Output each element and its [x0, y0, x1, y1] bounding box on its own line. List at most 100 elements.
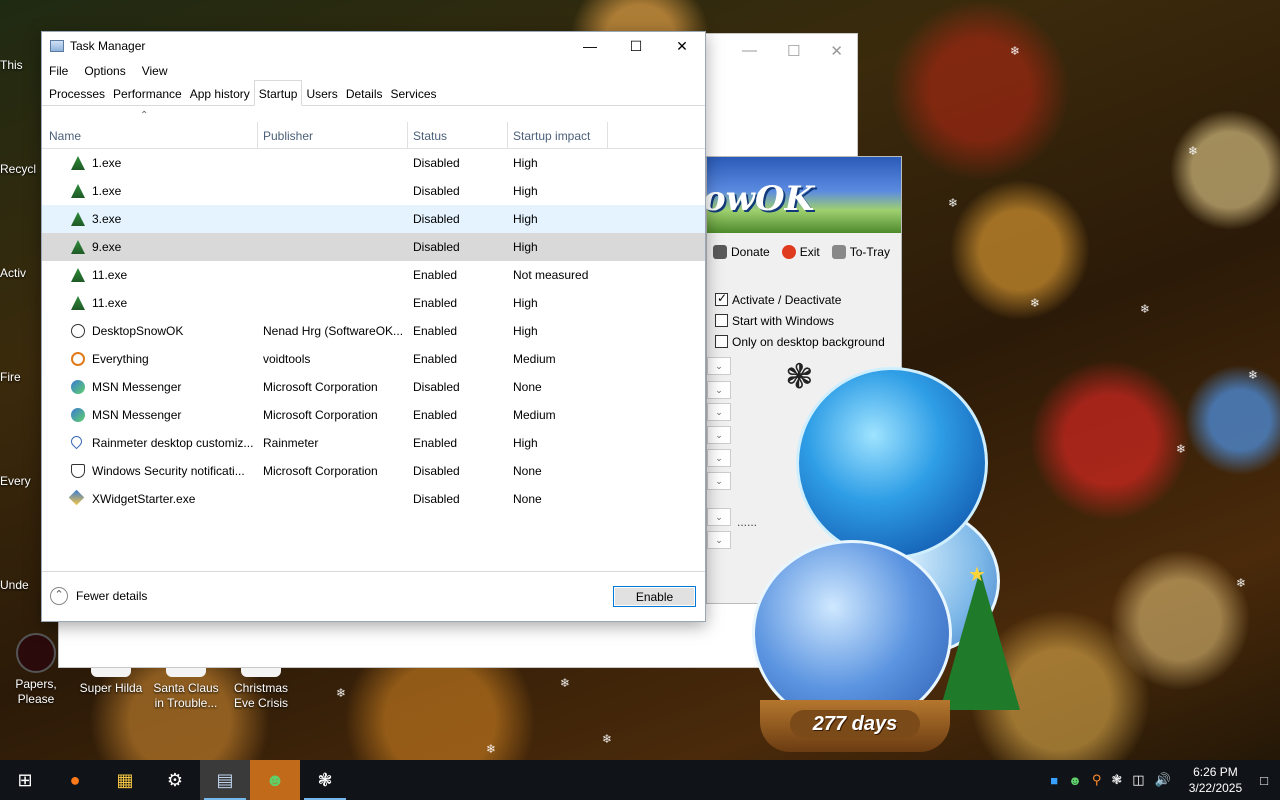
tray-widget-icon[interactable]: ■ [1050, 773, 1058, 788]
maximize-button[interactable]: ☐ [613, 32, 659, 60]
table-row[interactable]: 1.exe Disabled High [42, 177, 705, 205]
tab-users[interactable]: Users [302, 82, 341, 106]
tray-snowflake-icon[interactable]: ❃ [1111, 772, 1122, 788]
network-icon[interactable]: ◫ [1132, 772, 1144, 788]
exit-button[interactable]: Exit [781, 245, 820, 259]
combo-dropdown-1[interactable]: ⌄ [707, 357, 731, 375]
checkbox-box[interactable] [715, 291, 728, 306]
close-icon[interactable]: ✕ [830, 42, 843, 60]
taskbar-desktopsnowok[interactable]: ❃ [300, 760, 350, 800]
taskbar-task-manager[interactable]: ▤ [200, 760, 250, 800]
maximize-icon[interactable]: ☐ [787, 42, 800, 60]
combo-dropdown-7[interactable]: ⌄ [707, 508, 731, 526]
title-bar[interactable]: Task Manager — ☐ ✕ [42, 32, 705, 60]
table-row[interactable]: 9.exe Disabled High [42, 233, 705, 261]
table-row[interactable]: MSN Messenger Microsoft Corporation Disabl… [42, 373, 705, 401]
desktop-icon-unde-label[interactable]: Unde [0, 578, 40, 592]
combo-dropdown-8[interactable]: ⌄ [707, 531, 731, 549]
checkbox-box[interactable] [715, 314, 728, 327]
row-name: 9.exe [92, 240, 122, 254]
menu-file[interactable]: File [49, 64, 68, 78]
column-header-publisher[interactable]: Publisher [263, 129, 313, 149]
start-with-windows-checkbox[interactable]: Start with Windows [715, 310, 885, 331]
desktop-icon-recycle-bin-label[interactable]: Recycl [0, 162, 40, 176]
tab-services[interactable]: Services [387, 82, 441, 106]
row-status: Enabled [413, 324, 458, 338]
column-divider[interactable] [407, 122, 408, 149]
volume-icon[interactable]: 🔊 [1155, 772, 1171, 788]
table-row[interactable]: XWidgetStarter.exe Disabled None [42, 485, 705, 513]
menu-options[interactable]: Options [84, 64, 125, 78]
table-row[interactable]: MSN Messenger Microsoft Corporation Enable… [42, 401, 705, 429]
tab-performance[interactable]: Performance [109, 82, 186, 106]
table-row[interactable]: Everything voidtools Enabled Medium [42, 345, 705, 373]
taskbar-firefox[interactable]: ● [50, 760, 100, 800]
gear-icon: ⚙ [166, 769, 184, 790]
desktop-icon-activ-label[interactable]: Activ [0, 266, 40, 280]
menu-view[interactable]: View [142, 64, 168, 78]
taskbar-settings[interactable]: ⚙ [150, 760, 200, 800]
combo-dropdown-2[interactable]: ⌄ [707, 381, 731, 399]
messenger-icon [71, 380, 85, 394]
row-name: Rainmeter desktop customiz... [92, 436, 254, 450]
donate-button[interactable]: Donate [713, 245, 770, 259]
taskbar-clock[interactable]: 6:26 PM 3/22/2025 [1181, 764, 1250, 796]
taskbar-msn-messenger[interactable]: ☻ [250, 760, 300, 800]
row-status: Enabled [413, 436, 458, 450]
enable-button[interactable]: Enable [613, 586, 696, 607]
column-divider[interactable] [507, 122, 508, 149]
table-row[interactable]: 3.exe Disabled High [42, 205, 705, 233]
row-startup-impact: None [513, 380, 542, 394]
desktop-icon-label: Santa Claus in Trouble... [153, 681, 219, 710]
dots-label: ...... [737, 515, 758, 529]
desktop-icon-every-label[interactable]: Every [0, 474, 40, 488]
close-button[interactable]: ✕ [659, 32, 705, 60]
combo-dropdown-6[interactable]: ⌄ [707, 472, 731, 490]
snowflake-icon: ❃ [317, 769, 333, 790]
row-name: XWidgetStarter.exe [92, 492, 196, 506]
checkbox-label: Start with Windows [732, 313, 835, 328]
tray-messenger-icon[interactable]: ☻ [1068, 773, 1082, 788]
tree-star-icon: ★ [968, 564, 986, 586]
desktop-icon-this-pc-label[interactable]: This [0, 58, 40, 72]
tab-processes[interactable]: Processes [45, 82, 109, 106]
minimize-button[interactable]: — [567, 32, 613, 60]
column-header-startup-impact[interactable]: Startup impact [513, 129, 590, 149]
column-header-status[interactable]: Status [413, 129, 447, 149]
table-row[interactable]: 11.exe Enabled Not measured [42, 261, 705, 289]
tab-startup[interactable]: Startup [253, 80, 303, 106]
column-divider[interactable] [607, 122, 608, 149]
row-name: 11.exe [92, 268, 128, 282]
start-button[interactable]: ⊞ [0, 760, 50, 800]
desktop-icon-fire-label[interactable]: Fire [0, 370, 40, 384]
table-row[interactable]: DesktopSnowOK Nenad Hrg (SoftwareOK... Ena… [42, 317, 705, 345]
combo-dropdown-5[interactable]: ⌄ [707, 449, 731, 467]
tab-details[interactable]: Details [342, 82, 387, 106]
system-tray: ■ ☻ ⚲ ❃ ◫ 🔊 6:26 PM 3/22/2025 □ [1050, 760, 1280, 800]
table-row[interactable]: Rainmeter desktop customiz... Rainmeter En… [42, 429, 705, 457]
combo-dropdown-3[interactable]: ⌄ [707, 403, 731, 421]
combo-dropdown-4[interactable]: ⌄ [707, 426, 731, 444]
only-desktop-background-checkbox[interactable]: Only on desktop background [715, 331, 885, 352]
row-startup-impact: Medium [513, 408, 556, 422]
table-row[interactable]: Windows Security notificati... Microsoft … [42, 457, 705, 485]
snowflake-icon: ❄ [1248, 368, 1259, 382]
taskbar-file-explorer[interactable]: ▦ [100, 760, 150, 800]
activate-checkbox[interactable]: Activate / Deactivate [715, 289, 885, 310]
column-divider[interactable] [257, 122, 258, 149]
table-row[interactable]: 1.exe Disabled High [42, 149, 705, 177]
column-header-name[interactable]: Name [49, 129, 81, 149]
donate-icon [713, 245, 727, 259]
desktop-icon-label: Christmas Eve Crisis [233, 681, 288, 710]
fewer-details-button[interactable]: ⌃ Fewer details [50, 587, 147, 605]
row-status: Disabled [413, 156, 460, 170]
row-name: 1.exe [92, 184, 122, 198]
minimize-icon[interactable]: — [742, 42, 757, 60]
tray-search-icon[interactable]: ⚲ [1092, 772, 1102, 788]
to-tray-button[interactable]: To-Tray [831, 245, 890, 259]
table-row[interactable]: 11.exe Enabled High [42, 289, 705, 317]
tab-strip: Processes Performance App history Startu… [42, 80, 705, 106]
notification-center-icon[interactable]: □ [1260, 773, 1268, 788]
tab-app-history[interactable]: App history [186, 82, 254, 106]
checkbox-box[interactable] [715, 335, 728, 348]
